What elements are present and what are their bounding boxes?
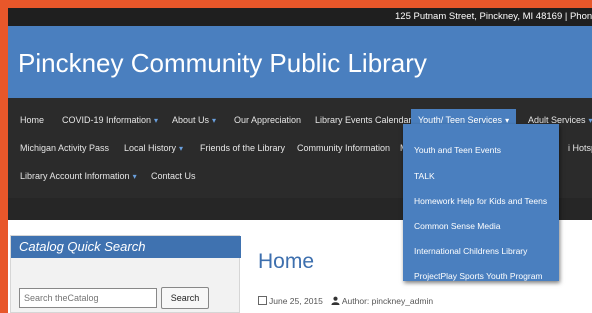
nav-local-history-label: Local History	[124, 143, 177, 153]
catalog-search-input[interactable]	[19, 288, 157, 308]
nav-partial-hotspot[interactable]: i Hotsp	[568, 141, 592, 155]
nav-friends-label: Friends of the Library	[200, 143, 286, 153]
dropdown-item-talk[interactable]: TALK	[414, 171, 435, 181]
dropdown-item-common-sense[interactable]: Common Sense Media	[414, 221, 500, 231]
post-meta: June 25, 2015 Author: pinckney_admin	[258, 296, 433, 306]
dropdown-item-projectplay[interactable]: ProjectPlay Sports Youth Program	[414, 271, 543, 281]
caret-down-icon: ▾	[154, 116, 159, 125]
nav-about-label: About Us	[172, 115, 210, 125]
nav-about[interactable]: About Us ▾	[172, 113, 216, 128]
nav-community-label: Community Information	[297, 143, 391, 153]
calendar-icon	[258, 296, 267, 305]
nav-covid[interactable]: COVID-19 Information ▾	[62, 113, 158, 128]
post-date: June 25, 2015	[269, 296, 323, 306]
address-text: 125 Putnam Street, Pinckney, MI 48169 | …	[395, 11, 592, 22]
nav-home[interactable]: Home	[20, 113, 44, 127]
nav-contact-label: Contact Us	[151, 171, 196, 181]
nav-contact[interactable]: Contact Us	[151, 169, 196, 183]
nav-appreciation[interactable]: Our Appreciation	[234, 113, 301, 127]
nav-account-label: Library Account Information	[20, 171, 130, 181]
caret-down-icon: ▾	[212, 116, 217, 125]
dropdown-item-youth-events[interactable]: Youth and Teen Events	[414, 145, 501, 155]
nav-community[interactable]: Community Information	[297, 141, 390, 155]
site-title[interactable]: Pinckney Community Public Library	[18, 48, 427, 79]
nav-covid-label: COVID-19 Information	[62, 115, 152, 125]
catalog-search-heading: Catalog Quick Search	[11, 236, 241, 258]
user-icon	[331, 296, 340, 305]
site-header: Pinckney Community Public Library	[8, 26, 592, 98]
top-info-bar: 125 Putnam Street, Pinckney, MI 48169 | …	[8, 8, 592, 26]
youth-teen-dropdown: Youth and Teen Events TALK Homework Help…	[403, 124, 559, 281]
catalog-search-button[interactable]: Search	[161, 287, 209, 309]
caret-down-icon: ▾	[132, 172, 137, 181]
nav-partial-hotspot-label: i Hotsp	[568, 143, 592, 153]
caret-down-icon: ▾	[588, 116, 592, 125]
dropdown-item-intl-childrens-library[interactable]: International Childrens Library	[414, 246, 527, 256]
nav-home-label: Home	[20, 115, 45, 125]
nav-appreciation-label: Our Appreciation	[234, 115, 302, 125]
nav-events-calendar[interactable]: Library Events Calendar	[315, 113, 412, 127]
post-author: Author: pinckney_admin	[341, 296, 434, 306]
nav-events-calendar-label: Library Events Calendar	[315, 115, 412, 125]
nav-michigan-pass[interactable]: Michigan Activity Pass	[20, 141, 109, 155]
nav-account-info[interactable]: Library Account Information ▾	[20, 169, 137, 184]
dropdown-item-homework-help[interactable]: Homework Help for Kids and Teens	[414, 196, 547, 206]
caret-down-icon: ▾	[179, 144, 184, 153]
nav-michigan-pass-label: Michigan Activity Pass	[20, 143, 110, 153]
catalog-search-widget: Catalog Quick Search Search	[10, 235, 241, 313]
nav-friends[interactable]: Friends of the Library	[200, 141, 285, 155]
nav-local-history[interactable]: Local History ▾	[124, 141, 183, 156]
page-title: Home	[258, 250, 315, 273]
